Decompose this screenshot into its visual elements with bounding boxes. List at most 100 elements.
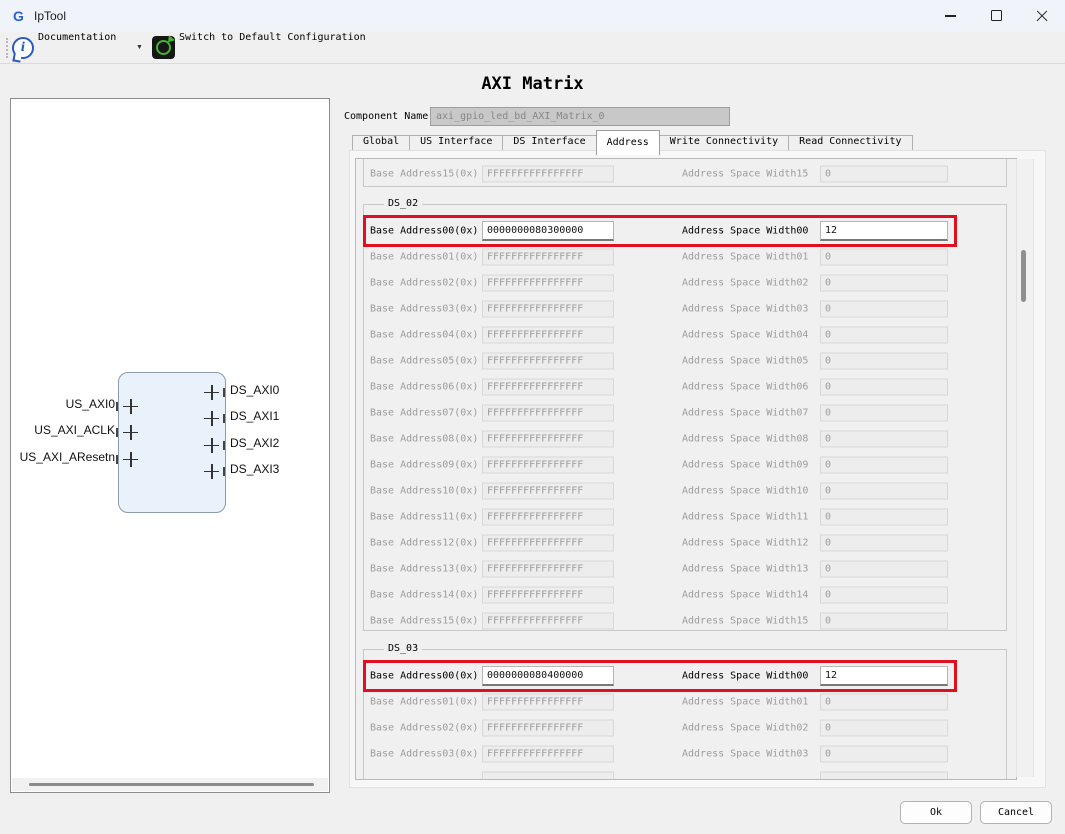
expand-plus-icon[interactable] [204, 437, 219, 453]
base-address-input [482, 430, 614, 448]
address-space-width-input [820, 430, 948, 448]
address-row: Base Address08(0x) Address Space Width08 [366, 426, 954, 452]
address-space-width-input [820, 612, 948, 630]
base-address-label: Base Address11(0x) [370, 511, 479, 523]
horizontal-scrollbar-thumb[interactable] [29, 783, 314, 786]
base-address-input [482, 508, 614, 526]
address-space-width-input [820, 508, 948, 526]
refresh-icon [152, 35, 175, 59]
base-address-label: Base Address00(0x) [370, 225, 479, 237]
address-space-width-input [820, 534, 948, 552]
base-address-label: Base Address08(0x) [370, 433, 479, 445]
port-ds_axi2: DS_AXI2 [11, 436, 331, 454]
address-space-width-label: Address Space Width06 [682, 381, 809, 393]
address-row: Base Address02(0x) Address Space Width02 [366, 270, 954, 296]
base-address-label: Base Address02(0x) [370, 277, 479, 289]
port-pin-icon [223, 440, 225, 450]
close-button[interactable] [1019, 0, 1065, 32]
address-row: Base Address07(0x) Address Space Width07 [366, 400, 954, 426]
address-space-width-label: Address Space Width05 [682, 355, 809, 367]
documentation-button[interactable]: i Documentation ▼ [10, 32, 150, 63]
address-row: Base Address01(0x) Address Space Width01 [366, 244, 954, 270]
maximize-button[interactable] [973, 0, 1019, 32]
base-address-input[interactable] [482, 221, 614, 241]
port-ds_axi0: DS_AXI0 [11, 383, 331, 401]
address-space-width-label: Address Space Width13 [682, 563, 809, 575]
address-space-width-input[interactable] [820, 666, 948, 686]
address-row: Base Address00(0x) Address Space Width00 [363, 215, 957, 247]
base-address-label: Base Address12(0x) [370, 537, 479, 549]
window-title: IpTool [34, 9, 67, 23]
vertical-scrollbar-thumb[interactable] [1021, 250, 1026, 302]
base-address-label: Base Address15(0x) [370, 168, 479, 180]
address-space-width-label: Address Space Width03 [682, 748, 809, 760]
address-space-width-label: Address Space Width15 [682, 615, 809, 627]
expand-plus-icon[interactable] [204, 463, 219, 479]
address-space-width-label: Address Space Width01 [682, 696, 809, 708]
address-space-width-label: Address Space Width14 [682, 589, 809, 601]
cancel-button[interactable]: Cancel [980, 801, 1052, 824]
address-space-width-input[interactable] [820, 221, 948, 241]
address-row: Base Address13(0x) Address Space Width13 [366, 556, 954, 582]
base-address-input [482, 586, 614, 604]
port-label: DS_AXI0 [230, 383, 280, 397]
address-row: Base Address03(0x) Address Space Width03 [366, 296, 954, 322]
chevron-down-icon[interactable]: ▼ [136, 44, 143, 51]
minimize-button[interactable] [927, 0, 973, 32]
base-address-label: Base Address03(0x) [370, 303, 479, 315]
port-pin-icon [223, 387, 225, 397]
base-address-input[interactable] [482, 666, 614, 686]
address-space-width-input [820, 745, 948, 763]
expand-plus-icon[interactable] [204, 410, 219, 426]
port-pin-icon [223, 466, 225, 476]
maximize-icon [990, 10, 1002, 21]
switch-default-config-button[interactable]: Switch to Default Configuration [150, 32, 380, 63]
base-address-input [482, 693, 614, 711]
address-row: Base Address10(0x) Address Space Width10 [366, 478, 954, 504]
base-address-label: Base Address10(0x) [370, 485, 479, 497]
switch-default-config-label: Switch to Default Configuration [179, 32, 366, 43]
base-address-label: Base Address14(0x) [370, 589, 479, 601]
address-row: Base Address03(0x) Address Space Width03 [366, 741, 954, 767]
base-address-input [482, 404, 614, 422]
address-space-width-label: Address Space Width09 [682, 459, 809, 471]
ok-button[interactable]: Ok [900, 801, 972, 824]
address-space-width-input [820, 771, 948, 779]
address-space-width-input [820, 248, 948, 266]
address-space-width-label: Address Space Width00 [682, 670, 809, 682]
address-space-width-input [820, 456, 948, 474]
address-space-width-label: Address Space Width03 [682, 303, 809, 315]
base-address-input [482, 352, 614, 370]
toolbar-grip-handle[interactable] [6, 38, 8, 58]
base-address-label: Base Address05(0x) [370, 355, 479, 367]
base-address-input [482, 456, 614, 474]
address-row: Base Address04(0x) Address Space Width04 [366, 322, 954, 348]
base-address-label: Base Address04(0x) [370, 329, 479, 341]
base-address-label: Base Address01(0x) [370, 251, 479, 263]
base-address-input [482, 165, 614, 183]
address-space-width-label: Address Space Width04 [682, 329, 809, 341]
base-address-input [482, 560, 614, 578]
address-space-width-label: Address Space Width12 [682, 537, 809, 549]
address-space-width-label: Address Space Width07 [682, 407, 809, 419]
base-address-input [482, 482, 614, 500]
address-space-width-label: Address Space Width08 [682, 433, 809, 445]
address-row [366, 767, 954, 779]
address-space-width-input [820, 560, 948, 578]
address-row: Base Address09(0x) Address Space Width09 [366, 452, 954, 478]
address-space-width-input [820, 404, 948, 422]
base-address-input [482, 378, 614, 396]
tab-address[interactable]: Address [595, 130, 660, 155]
address-row: Base Address02(0x) Address Space Width02 [366, 715, 954, 741]
documentation-label: Documentation [38, 32, 117, 43]
base-address-label: Base Address03(0x) [370, 748, 479, 760]
port-label: DS_AXI2 [230, 436, 280, 450]
toolbar: i Documentation ▼ Switch to Default Conf… [0, 32, 1065, 64]
info-icon: i [12, 37, 34, 59]
address-scroll-viewport: Base Address15(0x)Address Space Width15D… [355, 158, 1017, 780]
expand-plus-icon[interactable] [204, 384, 219, 400]
base-address-input [482, 719, 614, 737]
app-logo-icon: G [13, 8, 24, 24]
address-space-width-label: Address Space Width00 [682, 225, 809, 237]
block-diagram: US_AXI0 US_AXI_ACLK US_AXI_AResetn DS_AXI0 D… [10, 98, 330, 793]
